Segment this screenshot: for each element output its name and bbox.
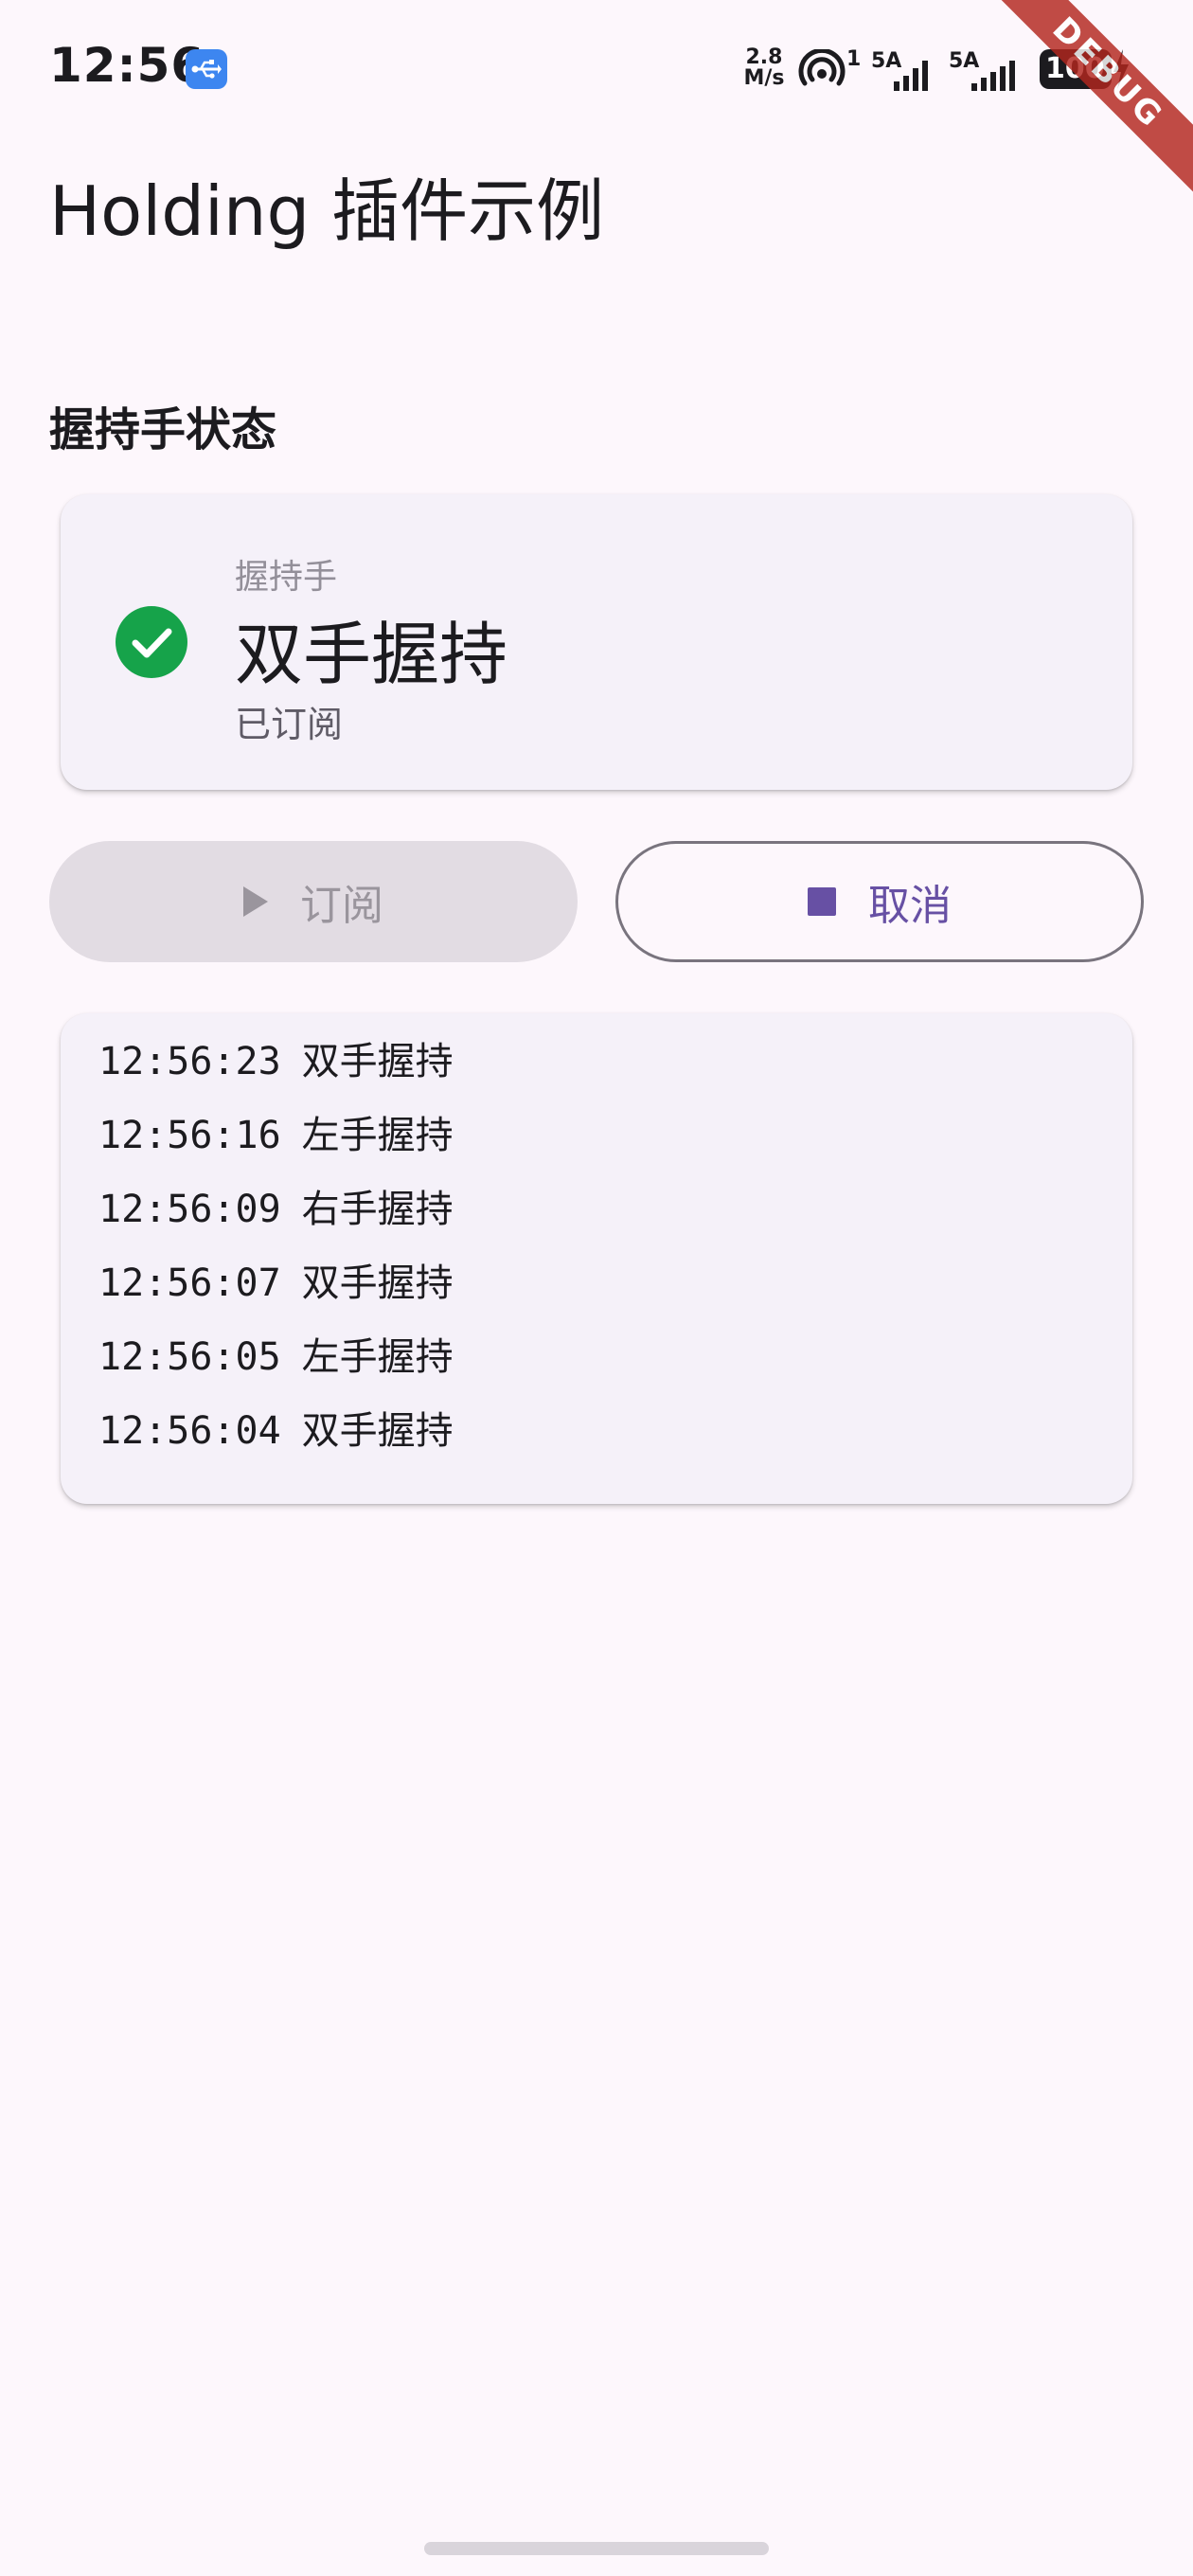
log-text: 右手握持 <box>301 1188 454 1231</box>
stop-icon <box>808 887 836 916</box>
event-log-card[interactable]: 12:56:23 双手握持 12:56:16 左手握持 12:56:09 右手握持 1… <box>61 1013 1132 1504</box>
log-item: 12:56:07 双手握持 <box>98 1246 454 1320</box>
subscribe-label: 订阅 <box>300 882 383 930</box>
signal-bars-icon <box>971 61 1015 91</box>
cancel-button[interactable]: 取消 <box>615 841 1144 962</box>
log-item: 12:56:05 左手握持 <box>98 1320 454 1394</box>
hotspot-count: 1 <box>846 47 862 71</box>
log-time: 12:56:23 <box>98 1040 281 1083</box>
signal-strength-1: 5A <box>871 49 937 91</box>
status-time: 12:56 <box>49 38 205 93</box>
subscription-status: 已订阅 <box>235 704 344 745</box>
status-bar: 12:56 2.8 M/s 1 5A 5A <box>0 0 1193 142</box>
log-time: 12:56:16 <box>98 1114 281 1157</box>
subscribe-button[interactable]: 订阅 <box>49 841 578 962</box>
network-speed-value: 2.8 <box>745 45 783 69</box>
play-icon <box>243 886 268 917</box>
log-text: 双手握持 <box>301 1261 454 1305</box>
event-log-list: 12:56:23 双手握持 12:56:16 左手握持 12:56:09 右手握持 1… <box>98 1025 454 1468</box>
check-circle-icon <box>116 606 187 678</box>
status-value: 双手握持 <box>235 615 508 694</box>
app-title: Holding 插件示例 <box>49 171 605 251</box>
log-time: 12:56:09 <box>98 1188 281 1231</box>
status-caption: 握持手 <box>235 558 338 597</box>
log-time: 12:56:05 <box>98 1335 281 1379</box>
log-item: 12:56:23 双手握持 <box>98 1025 454 1099</box>
holding-status-card: 握持手 双手握持 已订阅 <box>61 494 1132 790</box>
log-text: 左手握持 <box>301 1335 454 1379</box>
section-title: 握持手状态 <box>49 403 277 456</box>
network-speed-unit: M/s <box>743 66 785 90</box>
log-text: 左手握持 <box>301 1114 454 1157</box>
log-item: 12:56:04 双手握持 <box>98 1394 454 1468</box>
log-time: 12:56:04 <box>98 1409 281 1453</box>
network-speed: 2.8 M/s <box>742 47 786 89</box>
signal-strength-2: 5A <box>949 49 1034 91</box>
usb-icon <box>186 49 227 89</box>
log-text: 双手握持 <box>301 1040 454 1083</box>
hotspot-icon <box>798 49 846 86</box>
log-text: 双手握持 <box>301 1409 454 1453</box>
log-item: 12:56:16 左手握持 <box>98 1099 454 1172</box>
cancel-label: 取消 <box>868 882 952 930</box>
signal-bars-icon <box>894 61 928 91</box>
home-indicator[interactable] <box>424 2542 769 2555</box>
log-time: 12:56:07 <box>98 1261 281 1305</box>
log-item: 12:56:09 右手握持 <box>98 1172 454 1246</box>
